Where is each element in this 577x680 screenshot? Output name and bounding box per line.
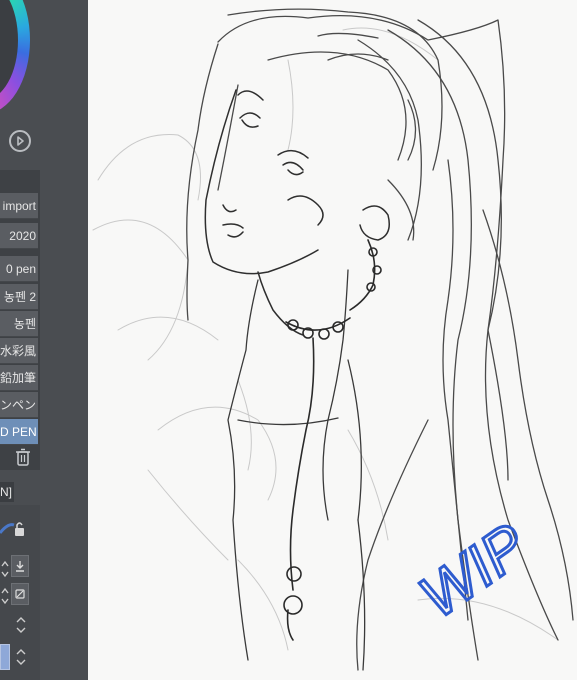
brush-item[interactable]: 농펜 2 (0, 284, 38, 310)
wip-text: WIP (408, 511, 539, 631)
trash-icon[interactable] (15, 448, 31, 466)
brush-item[interactable]: import (0, 193, 38, 219)
wip-annotation: WIP (406, 509, 540, 632)
layer-lock-icon[interactable] (0, 515, 30, 541)
play-icon[interactable] (9, 130, 31, 152)
stepper-control[interactable] (12, 613, 30, 637)
brush-item[interactable]: 2020 (0, 223, 38, 249)
panel-tab[interactable]: N] (0, 482, 14, 502)
brush-item-selected[interactable]: D PEN (0, 419, 38, 445)
download-icon[interactable] (11, 555, 29, 577)
color-wheel[interactable] (0, 0, 30, 114)
brush-item[interactable]: 水彩風 (0, 338, 38, 364)
brush-item[interactable]: 鉛加筆 (0, 365, 38, 391)
brush-item[interactable]: ンペン (0, 392, 38, 418)
brush-item[interactable]: 농펜 (0, 311, 38, 337)
stepper-control[interactable] (0, 584, 9, 608)
stepper-control[interactable] (12, 645, 30, 669)
drawing-canvas[interactable]: WIP (88, 0, 577, 680)
layer-thumbnail[interactable] (0, 644, 10, 670)
clear-icon[interactable] (11, 583, 29, 605)
tool-sidebar: import 2020 0 pen 농펜 2 농펜 水彩風 鉛加筆 ンペン D … (0, 0, 88, 680)
stepper-control[interactable] (0, 557, 9, 581)
brush-item[interactable]: 0 pen (0, 256, 38, 282)
